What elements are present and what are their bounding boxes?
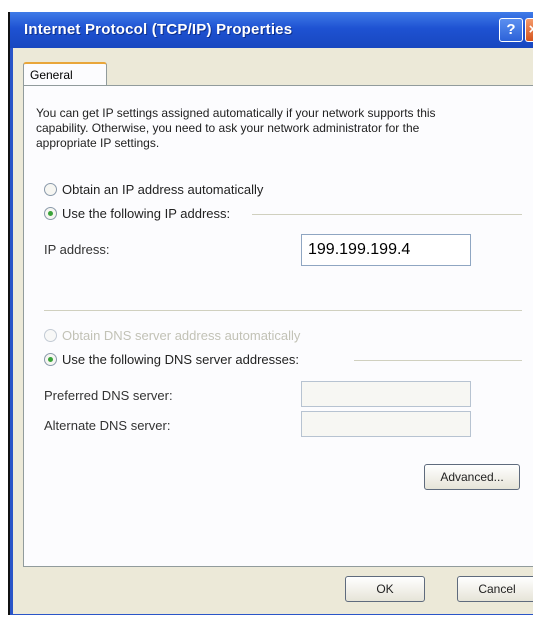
radio-use-following-dns[interactable]: Use the following DNS server addresses: (44, 352, 299, 367)
help-icon[interactable]: ? (499, 18, 523, 42)
ip-address-field[interactable]: 199.199.199.4 (301, 234, 471, 266)
ok-button[interactable]: OK (345, 576, 425, 602)
radio-button-icon (44, 183, 57, 196)
preferred-dns-field[interactable] (301, 381, 471, 407)
section-divider (44, 310, 522, 311)
radio-use-following-ip-label: Use the following IP address: (62, 206, 231, 221)
radio-obtain-dns-auto[interactable]: Obtain DNS server address automatically (44, 328, 300, 343)
title-bar[interactable]: Internet Protocol (TCP/IP) Properties ? … (10, 12, 533, 48)
close-icon[interactable]: × (525, 18, 533, 42)
group-divider (252, 214, 522, 215)
tab-general[interactable]: General (23, 62, 107, 85)
ip-address-label: IP address: (44, 242, 110, 257)
alternate-dns-label: Alternate DNS server: (44, 418, 171, 433)
intro-text: You can get IP settings assigned automat… (36, 106, 436, 150)
radio-use-following-dns-label: Use the following DNS server addresses: (62, 352, 299, 367)
window-title: Internet Protocol (TCP/IP) Properties (24, 21, 293, 38)
dialog-window: Internet Protocol (TCP/IP) Properties ? … (8, 12, 533, 615)
alternate-dns-field[interactable] (301, 411, 471, 437)
radio-button-selected-icon (44, 207, 57, 220)
radio-button-selected-icon (44, 353, 57, 366)
radio-obtain-ip-auto[interactable]: Obtain an IP address automatically (44, 182, 263, 197)
radio-button-disabled-icon (44, 329, 57, 342)
advanced-button[interactable]: Advanced... (424, 464, 520, 490)
preferred-dns-label: Preferred DNS server: (44, 388, 173, 403)
radio-use-following-ip[interactable]: Use the following IP address: (44, 206, 230, 221)
dialog-body: General You can get IP settings assigned… (13, 48, 533, 614)
radio-obtain-dns-auto-label: Obtain DNS server address automatically (62, 328, 301, 343)
general-panel: You can get IP settings assigned automat… (23, 85, 533, 567)
group-divider (354, 360, 522, 361)
cancel-button[interactable]: Cancel (457, 576, 533, 602)
radio-obtain-ip-auto-label: Obtain an IP address automatically (62, 182, 264, 197)
